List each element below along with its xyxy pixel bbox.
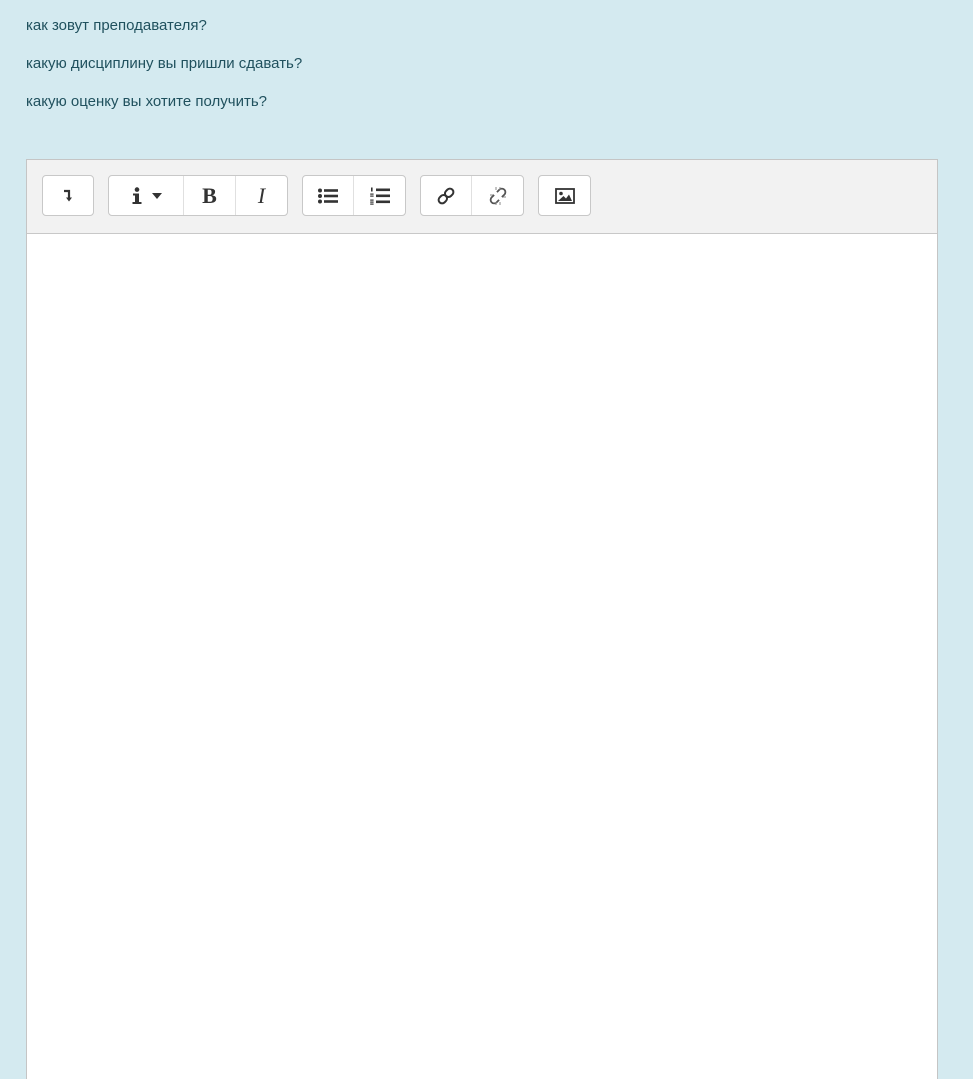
caret-down-icon — [151, 192, 162, 199]
info-icon — [131, 186, 143, 205]
toolbar-group-links — [420, 175, 524, 216]
question-teacher-name: как зовут преподавателя? — [26, 17, 207, 34]
image-icon — [554, 187, 575, 204]
unlink-icon — [488, 186, 508, 206]
bold-button[interactable]: B — [184, 176, 236, 215]
ordered-list-button[interactable] — [354, 176, 405, 215]
question-grade: какую оценку вы хотите получить? — [26, 93, 268, 110]
toolbar-group-style: B I — [108, 175, 288, 216]
link-button[interactable] — [421, 176, 472, 215]
editor-content-area[interactable] — [27, 234, 937, 1079]
italic-button[interactable]: I — [236, 176, 287, 215]
question-text: как зовут преподавателя? какую дисциплин… — [26, 14, 926, 128]
toolbar-group-collapse — [42, 175, 94, 216]
collapse-toolbar-button[interactable] — [43, 176, 93, 215]
unordered-list-icon — [318, 188, 338, 204]
unlink-button[interactable] — [472, 176, 523, 215]
editor-toolbar: B I — [27, 160, 937, 234]
ordered-list-icon — [369, 187, 390, 205]
link-icon — [436, 186, 456, 206]
insert-image-button[interactable] — [539, 176, 590, 215]
unordered-list-button[interactable] — [303, 176, 354, 215]
question-discipline: какую дисциплину вы пришли сдавать? — [26, 55, 303, 72]
toolbar-group-media — [538, 175, 591, 216]
text-editor: B I — [26, 159, 938, 1079]
paragraph-styles-button[interactable] — [109, 176, 184, 215]
collapse-toggle-icon — [63, 189, 73, 203]
toolbar-group-lists — [302, 175, 406, 216]
